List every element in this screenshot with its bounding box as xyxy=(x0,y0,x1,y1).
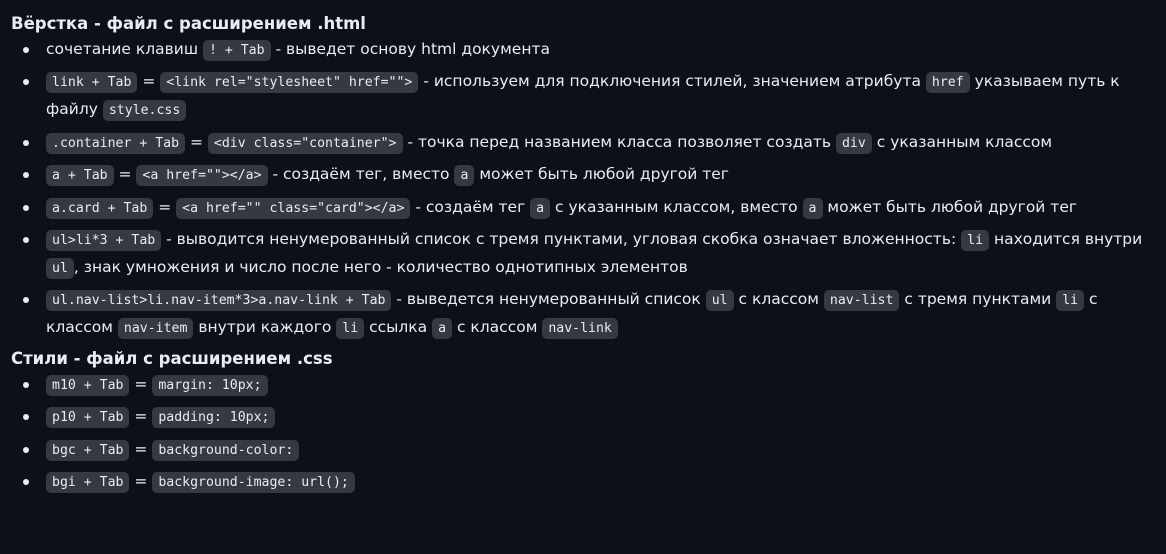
inline-code: padding: 10px; xyxy=(152,407,276,429)
html-shortcuts-list: сочетание клавиш ! + Tab - выведет основ… xyxy=(11,36,1154,342)
item-text: - выводится ненумерованный список с трем… xyxy=(161,229,962,248)
inline-code: a xyxy=(432,318,453,340)
item-text: с классом xyxy=(452,318,543,337)
inline-code: div xyxy=(835,132,872,154)
inline-code: ! + Tab xyxy=(202,40,271,61)
inline-code: href xyxy=(925,72,970,94)
inline-code: <a href=""></a> xyxy=(136,165,268,187)
item-text: сочетание клавиш xyxy=(46,40,203,58)
list-item: .container + Tab = <div class="container… xyxy=(23,129,1154,157)
inline-code: background-image: url(); xyxy=(152,471,355,493)
inline-code: a xyxy=(530,197,551,219)
inline-code: link + Tab xyxy=(46,72,138,94)
item-text: = xyxy=(185,132,208,151)
markdown-page: Вёрстка - файл с расширением .html сочет… xyxy=(0,0,1166,554)
inline-code: a.card + Tab xyxy=(46,197,154,219)
item-text: внутри каждого xyxy=(193,318,337,337)
item-text: = xyxy=(153,197,177,216)
item-text: = xyxy=(129,439,153,458)
item-text: = xyxy=(137,72,161,91)
inline-code: background-color: xyxy=(152,439,300,461)
item-text: - создаём тег, вместо xyxy=(267,165,455,184)
item-text: = xyxy=(129,471,153,490)
inline-code: ul xyxy=(46,257,74,279)
item-text: = xyxy=(129,407,153,426)
inline-code: a xyxy=(454,165,475,187)
item-text: - выведется ненумерованный список xyxy=(391,290,706,309)
section-title-html: Вёрстка - файл с расширением .html xyxy=(11,14,366,33)
inline-code: bgc + Tab xyxy=(46,439,130,461)
inline-code: a xyxy=(802,197,823,219)
inline-code: <div class="container"> xyxy=(207,132,403,154)
list-item: bgc + Tab = background-color: xyxy=(23,436,1154,464)
inline-code: ul.nav-list>li.nav-item*3>a.nav-link + T… xyxy=(46,290,392,312)
item-text: = xyxy=(129,374,153,393)
item-text: - точка перед названием класса позволяет… xyxy=(402,132,836,151)
inline-code: m10 + Tab xyxy=(46,374,130,396)
item-text: с указанным классом xyxy=(871,132,1053,151)
inline-code: bgi + Tab xyxy=(46,471,130,493)
item-text: - выведет основу html документа xyxy=(270,40,550,58)
inline-code: ul>li*3 + Tab xyxy=(46,229,162,251)
item-text: может быть любой другой тег xyxy=(474,165,729,184)
inline-code: a + Tab xyxy=(46,165,114,187)
list-item: a + Tab = <a href=""></a> - создаём тег,… xyxy=(23,161,1154,189)
section-title-css: Стили - файл с расширением .css xyxy=(11,348,333,368)
inline-code: .container + Tab xyxy=(46,132,186,154)
item-text: находится внутри xyxy=(989,229,1143,248)
item-text: - создаём тег xyxy=(410,197,531,216)
list-item: link + Tab = <link rel="stylesheet" href… xyxy=(23,68,1154,124)
inline-code: nav-link xyxy=(542,318,618,340)
inline-code: margin: 10px; xyxy=(152,374,268,396)
list-item: ul>li*3 + Tab - выводится ненумерованный… xyxy=(23,226,1154,282)
inline-code: <a href="" class="card"></a> xyxy=(176,197,411,219)
list-item: m10 + Tab = margin: 10px; xyxy=(23,371,1154,399)
item-text: с тремя пунктами xyxy=(899,290,1057,309)
inline-code: style.css xyxy=(102,100,187,122)
list-item: p10 + Tab = padding: 10px; xyxy=(23,403,1154,431)
inline-code: p10 + Tab xyxy=(46,407,130,429)
item-text: - используем для подключения стилей, зна… xyxy=(418,72,926,91)
inline-code: li xyxy=(1056,290,1085,312)
inline-code: ul xyxy=(705,290,734,312)
inline-code: li xyxy=(336,318,365,340)
item-text: = xyxy=(113,165,137,184)
inline-code: nav-list xyxy=(823,290,900,312)
inline-code: nav-item xyxy=(117,318,194,340)
list-item: ul.nav-list>li.nav-item*3>a.nav-link + T… xyxy=(23,286,1154,342)
list-item: a.card + Tab = <a href="" class="card"><… xyxy=(23,194,1154,222)
item-text: ссылка xyxy=(364,318,433,337)
item-text: , знак умножения и число после него - ко… xyxy=(73,257,688,276)
inline-code: <link rel="stylesheet" href=""> xyxy=(160,72,419,94)
item-text: с классом xyxy=(733,290,824,309)
inline-code: li xyxy=(961,229,990,251)
item-text: может быть любой другой тег xyxy=(822,197,1078,216)
list-item: bgi + Tab = background-image: url(); xyxy=(23,468,1154,496)
css-shortcuts-list: m10 + Tab = margin: 10px; p10 + Tab = pad… xyxy=(11,371,1154,496)
list-item: сочетание клавиш ! + Tab - выведет основ… xyxy=(23,36,1154,64)
item-text: с указанным классом, вместо xyxy=(550,197,803,216)
